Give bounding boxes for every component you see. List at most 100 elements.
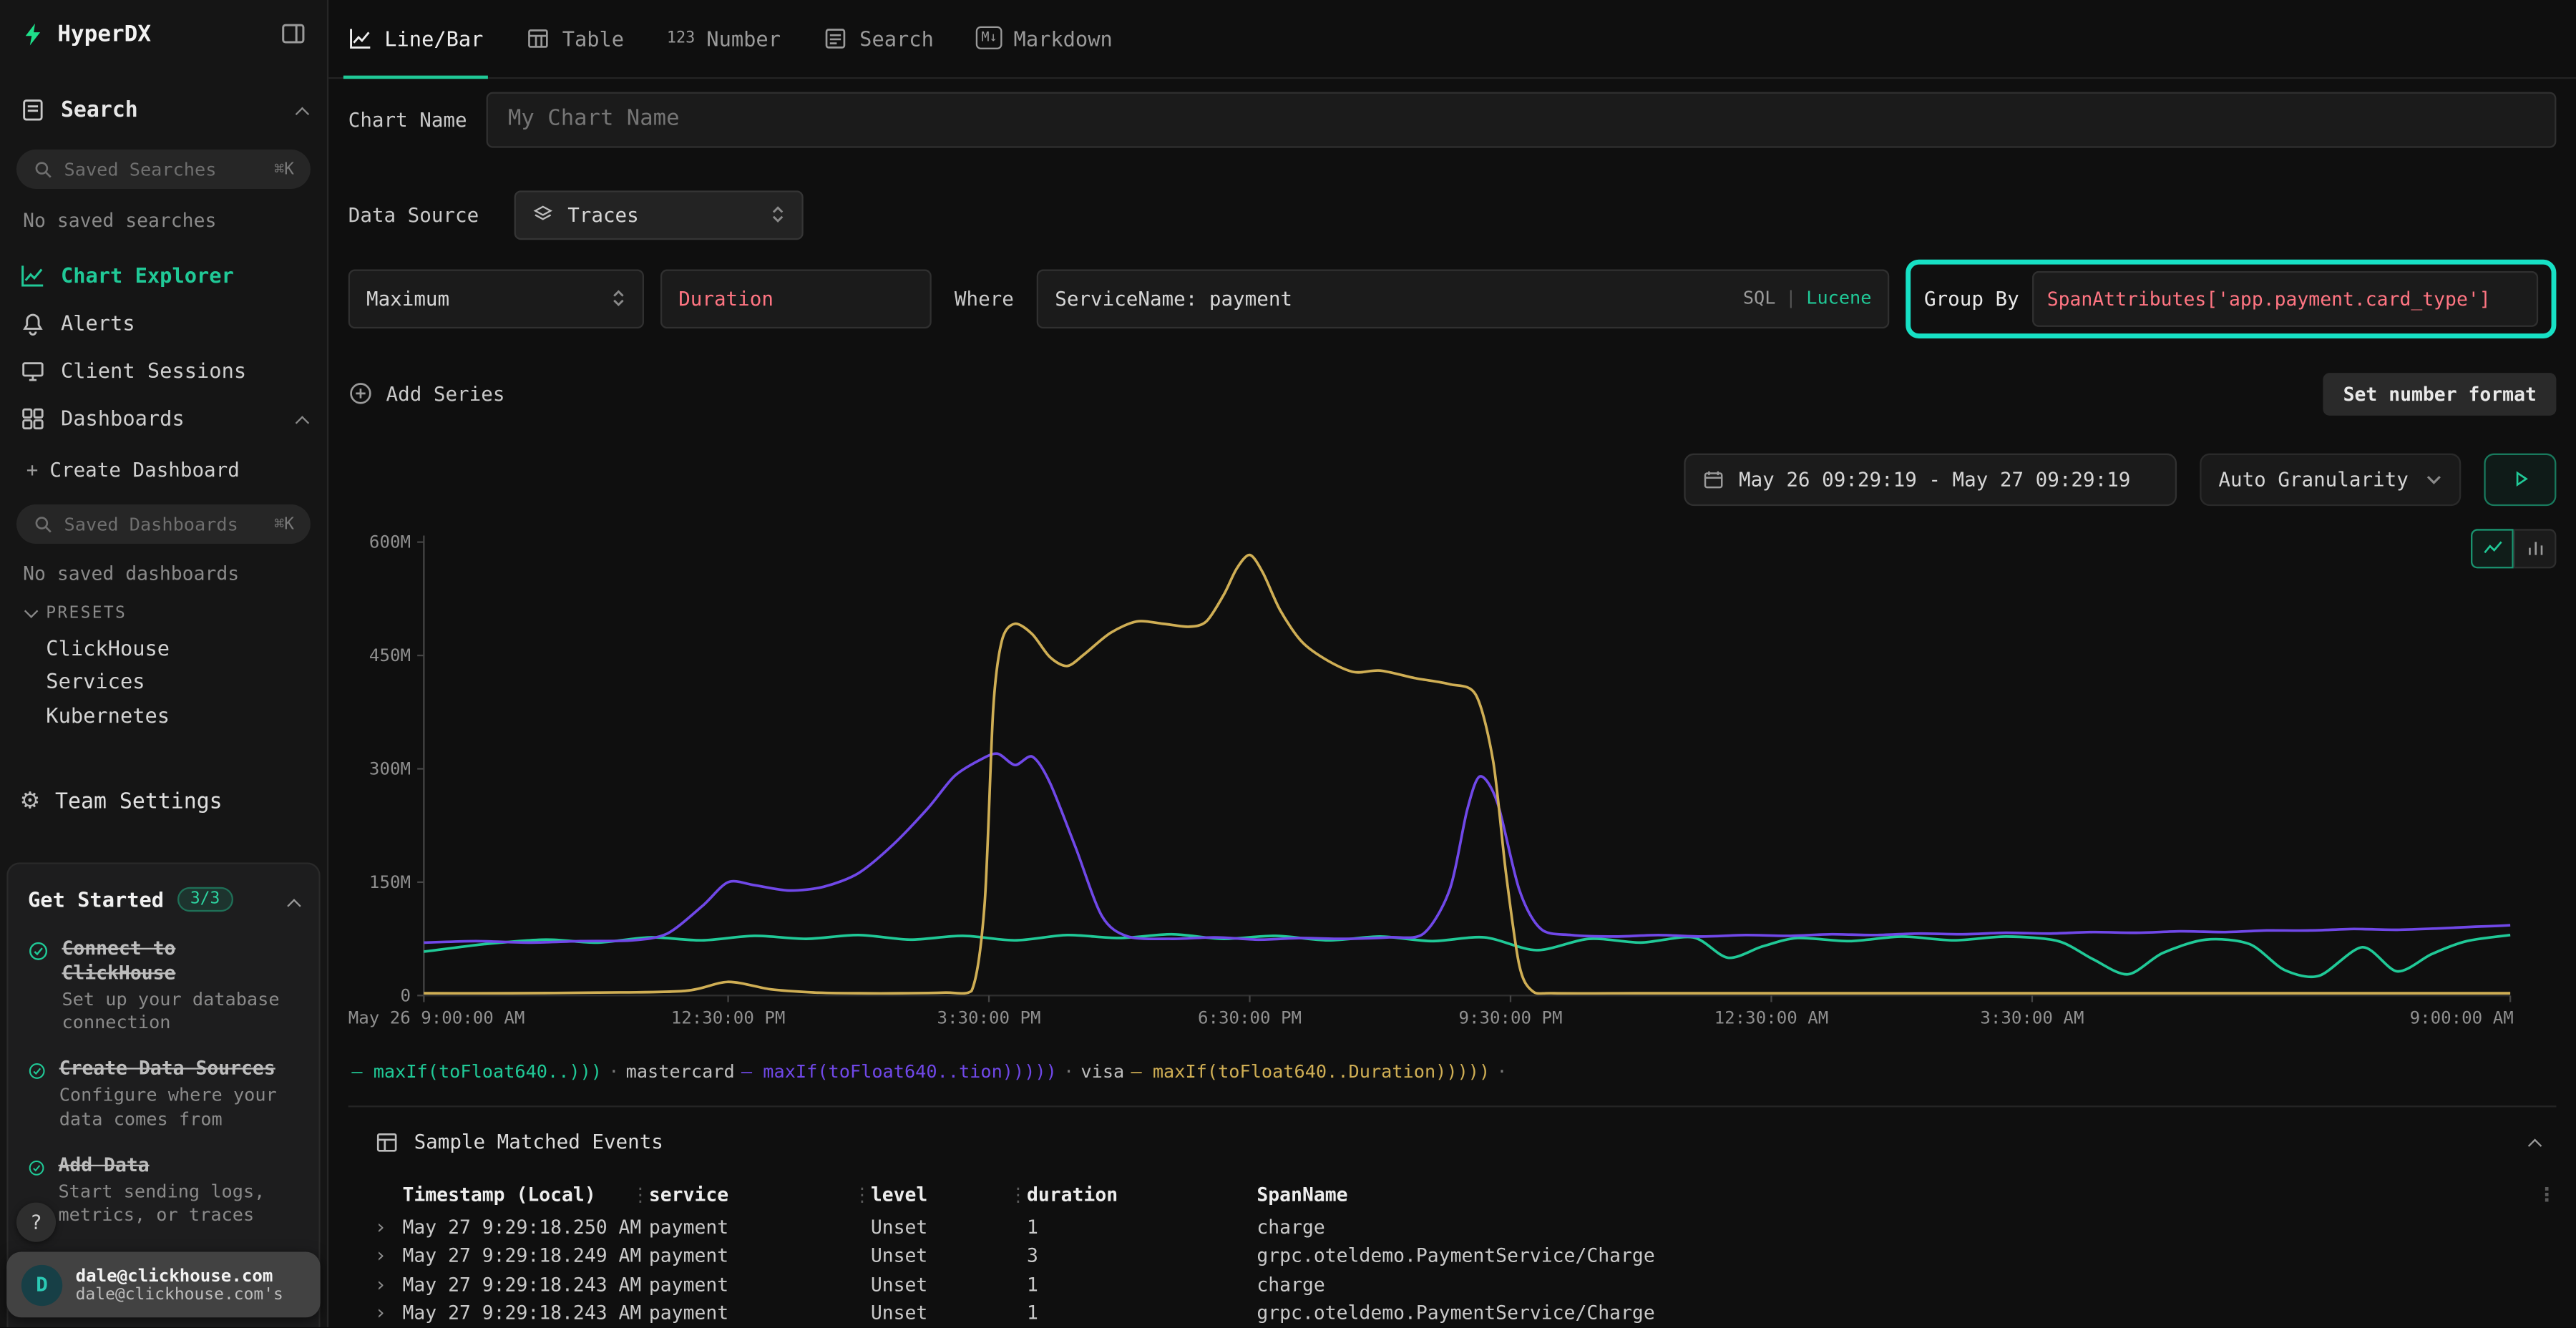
add-series-button[interactable]: Add Series: [348, 381, 505, 406]
tab-line-bar[interactable]: Line/Bar: [348, 0, 484, 77]
bell-icon: [20, 310, 47, 336]
hyperdx-logo-icon[interactable]: [20, 21, 47, 47]
line-chart-icon: [348, 26, 373, 50]
field-input[interactable]: [660, 268, 932, 328]
get-started-item[interactable]: Add Data Start sending logs, metrics, or…: [28, 1153, 299, 1229]
sidebar-item-alerts[interactable]: Alerts: [0, 299, 327, 347]
column-separator: ⋮: [2530, 1183, 2557, 1206]
chevron-up-icon[interactable]: [289, 884, 299, 915]
column-separator: ⋮: [1009, 1183, 1028, 1206]
column-header-spanname[interactable]: ⋮SpanName: [1257, 1183, 2529, 1206]
line-chart-icon: [2482, 537, 2503, 559]
table-row[interactable]: › May 27 9:29:18.243 AMpaymentUnset1grpc…: [348, 1299, 2557, 1327]
user-menu[interactable]: D dale@clickhouse.com dale@clickhouse.co…: [6, 1251, 321, 1317]
where-input-container[interactable]: SQL | Lucene: [1037, 268, 1890, 328]
saved-dashboards-input[interactable]: Saved Dashboards ⌘K: [16, 504, 311, 544]
chart-explorer-content: Chart Name Data Source Traces Maximum: [328, 78, 2576, 1327]
sidebar-item-chart-explorer[interactable]: Chart Explorer: [0, 251, 327, 299]
kbd-shortcut: ⌘K: [274, 515, 294, 533]
run-query-button[interactable]: [2484, 453, 2556, 505]
svg-text:9:00:00 AM: 9:00:00 AM: [2410, 1007, 2514, 1027]
legend-entry[interactable]: — maxIf(toFloat640..tion))))): [741, 1060, 1057, 1082]
date-range-input[interactable]: May 26 09:29:19 - May 27 09:29:19: [1684, 453, 2177, 505]
chevron-up-icon[interactable]: [2530, 1131, 2550, 1153]
column-header-service[interactable]: ⋮service: [649, 1183, 871, 1206]
create-dashboard-button[interactable]: + Create Dashboard: [0, 451, 327, 488]
get-started-item[interactable]: Create Data Sources Configure where your…: [28, 1057, 299, 1132]
set-number-format-button[interactable]: Set number format: [2323, 372, 2556, 415]
chart-name-input[interactable]: [487, 91, 2556, 147]
tab-search[interactable]: Search: [824, 0, 934, 77]
events-table: Timestamp (Local) ⋮service ⋮level ⋮durat…: [348, 1181, 2557, 1327]
column-header-timestamp[interactable]: Timestamp (Local): [402, 1183, 648, 1206]
row-expand-chevron[interactable]: ›: [374, 1215, 402, 1238]
aggregation-select[interactable]: Maximum: [348, 268, 644, 328]
column-header-level[interactable]: ⋮level: [871, 1183, 1027, 1206]
tab-label: Table: [562, 26, 624, 50]
table-icon: [374, 1129, 399, 1153]
row-expand-chevron[interactable]: ›: [374, 1302, 402, 1324]
markdown-icon: M↓: [977, 26, 1002, 49]
chart-name-label: Chart Name: [348, 107, 467, 130]
get-started-item-subtitle: Start sending logs, metrics, or traces: [58, 1181, 298, 1229]
preset-item-kubernetes[interactable]: Kubernetes: [0, 698, 327, 732]
line-chart-toggle-button[interactable]: [2471, 528, 2514, 567]
svg-text:0: 0: [400, 985, 411, 1005]
create-dashboard-label: Create Dashboard: [49, 459, 239, 482]
check-circle-icon: [28, 937, 49, 966]
saved-searches-placeholder: Saved Searches: [64, 159, 217, 180]
sidebar-item-dashboards[interactable]: Dashboards: [0, 394, 327, 442]
search-section-icon: [20, 97, 47, 123]
tab-markdown[interactable]: M↓ Markdown: [977, 0, 1113, 77]
table-row[interactable]: › May 27 9:29:18.243 AMpaymentUnset1char…: [348, 1270, 2557, 1299]
svg-text:12:30:00 PM: 12:30:00 PM: [671, 1007, 786, 1027]
sidebar-collapse-icon[interactable]: [279, 20, 307, 48]
tab-table[interactable]: Table: [526, 0, 624, 77]
preset-item-clickhouse[interactable]: ClickHouse: [0, 631, 327, 665]
column-header-duration[interactable]: ⋮duration: [1027, 1183, 1257, 1206]
row-expand-chevron[interactable]: ›: [374, 1244, 402, 1267]
tab-label: Markdown: [1014, 26, 1113, 50]
get-started-item-subtitle: Configure where your data comes from: [59, 1085, 299, 1132]
data-source-select[interactable]: Traces: [515, 190, 804, 239]
calendar-icon: [1702, 467, 1725, 490]
table-row[interactable]: › May 27 9:29:18.250 AMpaymentUnset1char…: [348, 1212, 2557, 1241]
sidebar-item-label: Team Settings: [55, 789, 223, 814]
granularity-select[interactable]: Auto Granularity: [2200, 453, 2461, 505]
legend-entry[interactable]: — maxIf(toFloat640..Duration))))): [1131, 1060, 1490, 1082]
row-expand-chevron[interactable]: ›: [374, 1273, 402, 1296]
svg-text:12:30:00 AM: 12:30:00 AM: [1714, 1007, 1829, 1027]
help-button[interactable]: ?: [16, 1203, 56, 1242]
legend-series-name[interactable]: mastercard: [626, 1060, 735, 1082]
kbd-shortcut: ⌘K: [274, 160, 294, 178]
sidebar-item-client-sessions[interactable]: Client Sessions: [0, 346, 327, 394]
where-input[interactable]: [1055, 287, 1729, 310]
saved-searches-input[interactable]: Saved Searches ⌘K: [16, 150, 311, 189]
svg-text:3:30:00 PM: 3:30:00 PM: [937, 1007, 1041, 1027]
search-section-label: Search: [61, 98, 138, 122]
granularity-value: Auto Granularity: [2218, 467, 2408, 490]
group-by-input[interactable]: [2032, 270, 2538, 326]
preset-item-services[interactable]: Services: [0, 665, 327, 698]
search-section-header[interactable]: Search: [0, 97, 327, 123]
legend-entry[interactable]: — maxIf(toFloat640..))): [351, 1060, 602, 1082]
play-icon: [2509, 468, 2531, 489]
legend-separator: ·: [1063, 1060, 1074, 1082]
table-row[interactable]: › May 27 9:29:18.249 AMpaymentUnset3grpc…: [348, 1241, 2557, 1270]
no-saved-dashboards-text: No saved dashboards: [23, 562, 327, 585]
chevron-up-icon[interactable]: [298, 406, 308, 430]
sidebar-item-team-settings[interactable]: ⚙ Team Settings: [0, 778, 327, 826]
sql-toggle[interactable]: SQL: [1743, 288, 1776, 309]
lucene-toggle[interactable]: Lucene: [1806, 288, 1871, 309]
legend-series-name[interactable]: visa: [1080, 1060, 1124, 1082]
presets-header[interactable]: PRESETS: [26, 605, 327, 622]
tab-bar: Line/Bar Table 123 Number Search M↓ Mark…: [328, 0, 2576, 78]
tab-number[interactable]: 123 Number: [667, 0, 781, 77]
get-started-item-title: Create Data Sources: [59, 1057, 299, 1081]
svg-text:May 26 9:00:00 AM: May 26 9:00:00 AM: [348, 1007, 525, 1027]
add-series-label: Add Series: [386, 382, 505, 405]
chevron-up-icon[interactable]: [298, 98, 308, 122]
bar-chart-toggle-button[interactable]: [2514, 528, 2557, 567]
brand-name[interactable]: HyperDX: [57, 21, 151, 47]
get-started-item[interactable]: Connect to ClickHouse Set up your databa…: [28, 937, 299, 1036]
